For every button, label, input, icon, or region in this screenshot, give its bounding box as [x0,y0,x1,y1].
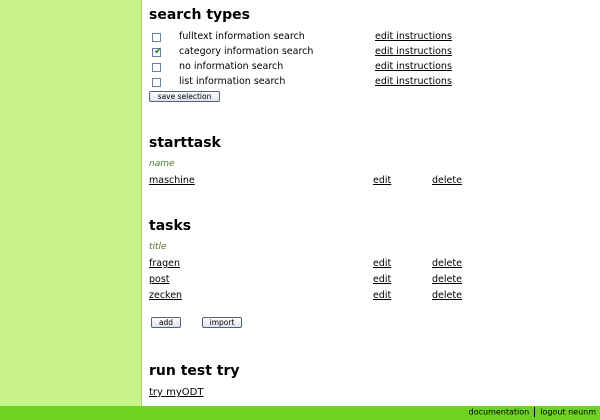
footer-separator [534,407,536,417]
documentation-link[interactable]: documentation [469,408,530,417]
starttask-row: maschine edit delete [142,175,600,189]
run-test-heading: run test try [149,363,240,379]
starttask-name-link[interactable]: maschine [149,175,195,186]
edit-link[interactable]: edit [373,175,391,186]
no-info-checkbox[interactable] [152,63,161,72]
fulltext-checkbox[interactable] [152,33,161,42]
search-type-label: fulltext information search [179,31,305,42]
task-name-link[interactable]: fragen [149,258,180,269]
footer-links: documentation logout neunm [469,407,596,417]
task-row: zecken edit delete [142,290,600,304]
search-type-row: no information search edit instructions [142,61,600,75]
task-row: post edit delete [142,274,600,288]
tasks-heading: tasks [149,218,192,234]
starttask-heading: starttask [149,135,221,151]
search-types-heading: search types [149,7,250,23]
import-button[interactable]: import [202,317,242,328]
try-myodt-link[interactable]: try myODT [149,387,203,398]
name-column-header: name [149,159,175,169]
sidebar [0,0,142,406]
edit-instructions-link[interactable]: edit instructions [375,61,452,72]
main-content: search types fulltext information search… [142,0,600,406]
checkmark-icon: ✔ [154,46,163,57]
edit-instructions-link[interactable]: edit instructions [375,76,452,87]
delete-link[interactable]: delete [432,290,462,301]
add-button[interactable]: add [151,317,181,328]
task-name-link[interactable]: zecken [149,290,182,301]
logout-link[interactable]: logout neunm [540,408,596,417]
footer-bar: documentation logout neunm [0,406,600,420]
delete-link[interactable]: delete [432,175,462,186]
edit-link[interactable]: edit [373,274,391,285]
list-checkbox[interactable] [152,78,161,87]
search-type-label: no information search [179,61,284,72]
edit-link[interactable]: edit [373,258,391,269]
search-type-row: list information search edit instruction… [142,76,600,90]
search-type-row: fulltext information search edit instruc… [142,31,600,45]
title-column-header: title [149,242,167,252]
search-type-row: ✔ category information search edit instr… [142,46,600,60]
run-test-row: try myODT [142,387,600,401]
edit-instructions-link[interactable]: edit instructions [375,31,452,42]
edit-link[interactable]: edit [373,290,391,301]
category-checkbox[interactable]: ✔ [152,46,163,57]
task-row: fragen edit delete [142,258,600,272]
search-type-label: list information search [179,76,286,87]
edit-instructions-link[interactable]: edit instructions [375,46,452,57]
task-name-link[interactable]: post [149,274,170,285]
save-selection-button[interactable]: save selection [149,91,220,102]
search-type-label: category information search [179,46,314,57]
delete-link[interactable]: delete [432,258,462,269]
delete-link[interactable]: delete [432,274,462,285]
